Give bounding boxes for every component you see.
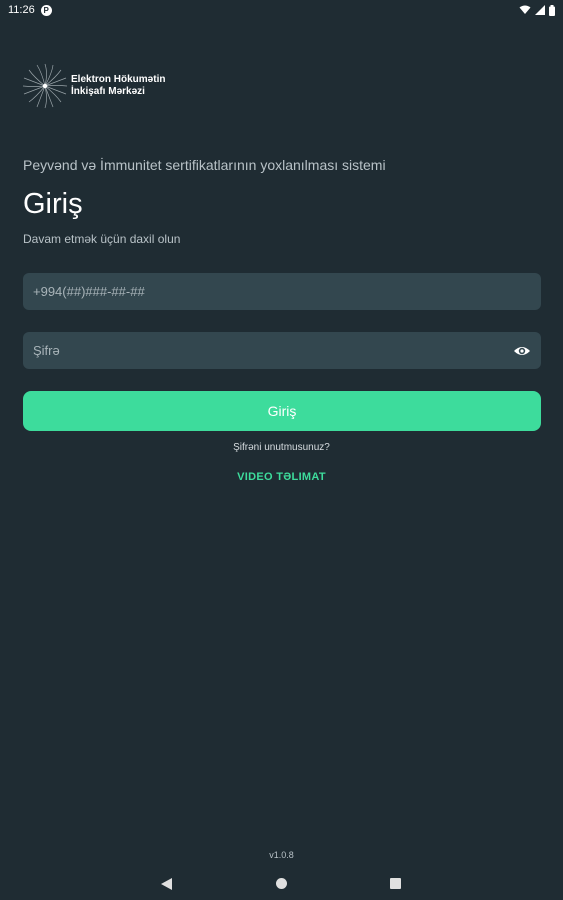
page-title: Giriş — [23, 188, 83, 220]
status-right — [519, 4, 555, 16]
phone-input[interactable] — [33, 284, 531, 299]
back-icon[interactable] — [161, 878, 172, 890]
status-time: 11:26 — [8, 4, 35, 16]
system-subtitle: Peyvənd və İmmunitet sertifikatlarının y… — [23, 157, 386, 173]
version-label: v1.0.8 — [269, 850, 294, 860]
organization-logo: Elektron Hökumətin İnkişafı Mərkəzi — [22, 63, 165, 109]
password-field[interactable] — [23, 332, 541, 369]
status-left: 11:26 P — [8, 4, 52, 16]
app-notification-icon: P — [40, 4, 52, 16]
logo-text: Elektron Hökumətin İnkişafı Mərkəzi — [71, 74, 165, 98]
system-nav-bar — [0, 872, 563, 896]
eye-icon[interactable] — [513, 342, 531, 360]
logo-line-2: İnkişafı Mərkəzi — [71, 86, 145, 97]
home-icon[interactable] — [276, 878, 287, 889]
forgot-password-link[interactable]: Şifrəni unutmusunuz? — [0, 442, 563, 453]
phone-field[interactable] — [23, 273, 541, 310]
battery-icon — [549, 4, 555, 16]
burst-logo-icon — [22, 63, 68, 109]
login-instruction: Davam etmək üçün daxil olun — [23, 232, 181, 246]
logo-line-1: Elektron Hökumətin — [71, 74, 166, 85]
status-bar: 11:26 P — [0, 0, 563, 20]
recents-icon[interactable] — [390, 878, 401, 889]
login-button[interactable]: Giriş — [23, 391, 541, 431]
video-tutorial-link[interactable]: VIDEO TƏLIMAT — [0, 471, 563, 483]
signal-icon — [535, 5, 545, 15]
wifi-icon — [519, 5, 531, 14]
password-input[interactable] — [33, 343, 513, 358]
